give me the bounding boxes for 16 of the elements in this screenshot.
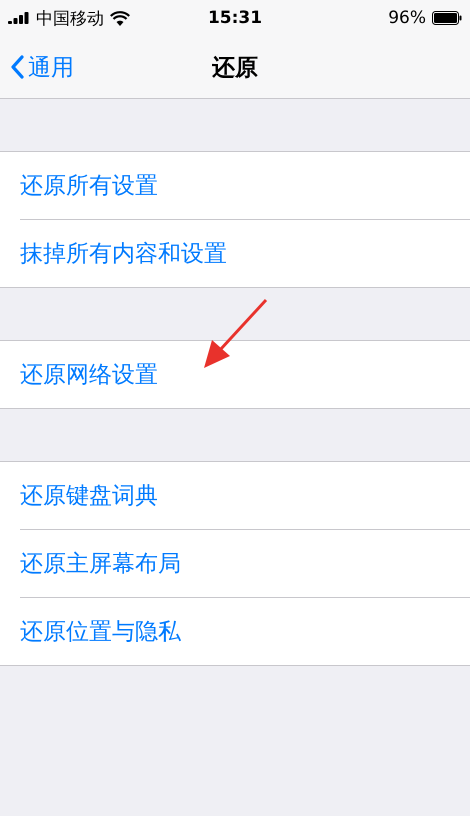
reset-option[interactable]: 还原键盘词典 (20, 480, 158, 511)
clock-time: 15:31 (208, 8, 262, 28)
arrow-annotation (204, 298, 268, 368)
back-button[interactable]: 通用 (0, 52, 212, 82)
reset-option[interactable]: 还原网络设置 (20, 359, 158, 390)
battery-icon (432, 11, 462, 25)
signal-icon (8, 12, 30, 24)
reset-option[interactable]: 还原位置与隐私 (20, 616, 181, 647)
chevron-left-icon (10, 55, 24, 79)
carrier-name: 中国移动 (36, 8, 104, 30)
reset-option[interactable]: 抹掉所有内容和设置 (20, 238, 227, 269)
wifi-icon (110, 10, 130, 26)
page-title: 还原 (212, 54, 258, 82)
reset-option[interactable]: 还原主屏幕布局 (20, 548, 181, 579)
battery-percent: 96% (388, 8, 426, 28)
reset-option[interactable]: 还原所有设置 (20, 170, 158, 201)
